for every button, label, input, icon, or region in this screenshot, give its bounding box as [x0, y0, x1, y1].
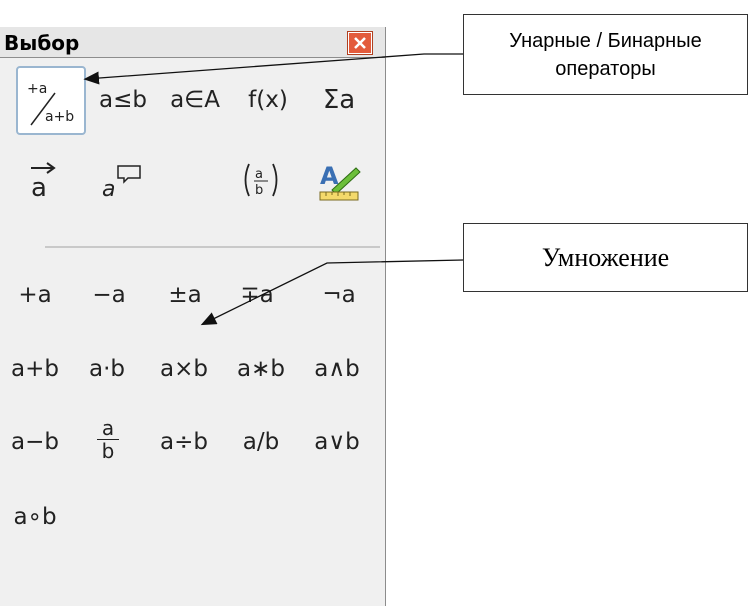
svg-text:+a: +a — [27, 81, 47, 97]
operator-a-ast-b[interactable]: a∗b — [226, 340, 296, 398]
separator — [45, 246, 380, 248]
operator-a-and-b[interactable]: a∧b — [302, 340, 372, 398]
speech-bubble-icon: a — [102, 165, 141, 202]
category-relations[interactable]: a≤b — [88, 71, 158, 129]
operator-a-circ-b[interactable]: a∘b — [0, 488, 70, 546]
operator-a-minus-b[interactable]: a−b — [0, 413, 70, 471]
callout-multiplication: Умножение — [463, 223, 748, 292]
svg-text:a: a — [255, 167, 263, 182]
category-formats[interactable]: A — [304, 151, 374, 209]
operator-a-over-b[interactable]: a b — [73, 410, 143, 468]
category-attributes[interactable]: a — [8, 151, 78, 209]
category-brackets[interactable]: a b — [226, 151, 296, 209]
vector-attribute-icon: a — [31, 162, 56, 202]
operator-a-div-b[interactable]: a÷b — [149, 413, 219, 471]
brackets-icon: a b — [244, 163, 278, 198]
svg-text:a+b: a+b — [45, 109, 74, 125]
category-functions[interactable]: f(x) — [233, 71, 303, 129]
operator-minus-plus-a[interactable]: ∓a — [222, 266, 292, 324]
operator-a-slash-b[interactable]: a/b — [226, 413, 296, 471]
operator-plus-a[interactable]: +a — [0, 266, 70, 324]
category-others[interactable]: a — [86, 151, 156, 209]
svg-text:a: a — [102, 177, 115, 202]
operator-a-times-b[interactable]: a×b — [149, 340, 219, 398]
operator-plus-minus-a[interactable]: ±a — [150, 266, 220, 324]
operator-a-plus-b[interactable]: a+b — [0, 340, 70, 398]
svg-text:a: a — [31, 173, 47, 202]
operator-a-cdot-b[interactable]: a·b — [72, 340, 142, 398]
operator-not-a[interactable]: ¬a — [304, 266, 374, 324]
category-unary-binary-operators[interactable]: +a a+b — [16, 66, 86, 135]
elements-panel: Выбор +a a+b a≤b a∈A f(x) Σa a a a b A +… — [0, 27, 386, 606]
unary-binary-operators-icon: +a a+b — [27, 81, 74, 125]
category-set-operations[interactable]: a∈A — [160, 71, 230, 129]
category-operators[interactable]: Σa — [304, 71, 374, 129]
svg-text:b: b — [255, 183, 263, 198]
operator-a-or-b[interactable]: a∨b — [302, 413, 372, 471]
format-icon: A — [319, 162, 361, 201]
callout-unary-binary: Унарные / Бинарные операторы — [463, 14, 748, 95]
operator-minus-a[interactable]: −a — [74, 266, 144, 324]
